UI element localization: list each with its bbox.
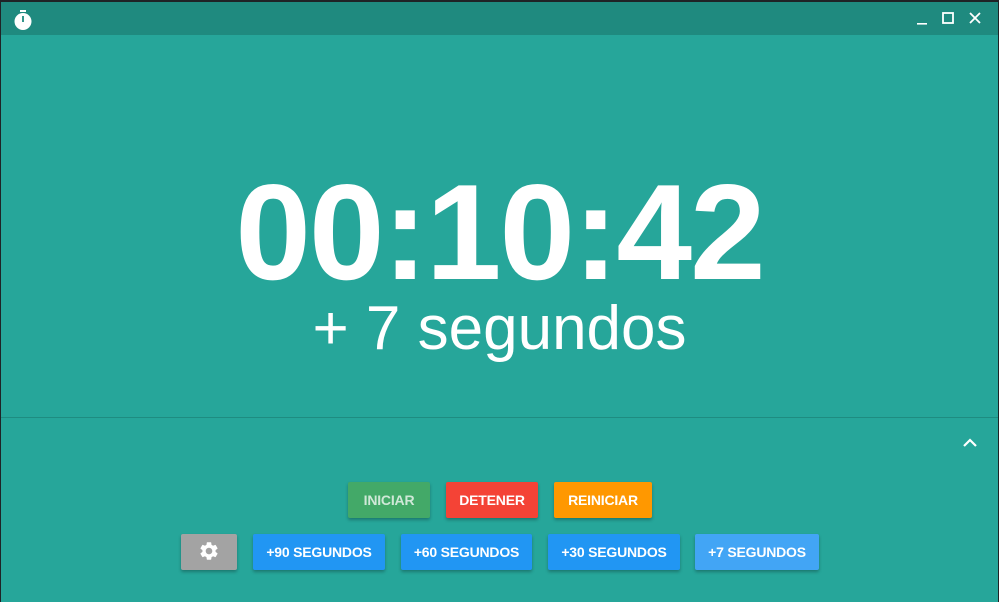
app-window: 00:10:42 + 7 segundos INICIAR DETENER RE…: [1, 2, 998, 602]
title-bar[interactable]: [1, 2, 998, 35]
add-7-seconds-button[interactable]: +7 SEGUNDOS: [695, 534, 819, 570]
start-button[interactable]: INICIAR: [348, 482, 430, 518]
stopwatch-icon: [12, 9, 34, 31]
add-90-seconds-button[interactable]: +90 SEGUNDOS: [253, 534, 385, 570]
timer-display: 00:10:42: [235, 156, 765, 308]
settings-button[interactable]: [181, 534, 237, 570]
maximize-icon[interactable]: [937, 8, 959, 30]
minimize-icon[interactable]: [911, 8, 933, 30]
add-60-seconds-button[interactable]: +60 SEGUNDOS: [401, 534, 532, 570]
divider: [1, 417, 998, 418]
add-30-seconds-button[interactable]: +30 SEGUNDOS: [548, 534, 680, 570]
stop-button[interactable]: DETENER: [446, 482, 538, 518]
gear-icon: [198, 540, 220, 565]
chevron-up-icon[interactable]: [959, 432, 981, 454]
increment-label: + 7 segundos: [312, 294, 687, 363]
reset-button[interactable]: REINICIAR: [554, 482, 652, 518]
close-icon[interactable]: [964, 8, 986, 30]
